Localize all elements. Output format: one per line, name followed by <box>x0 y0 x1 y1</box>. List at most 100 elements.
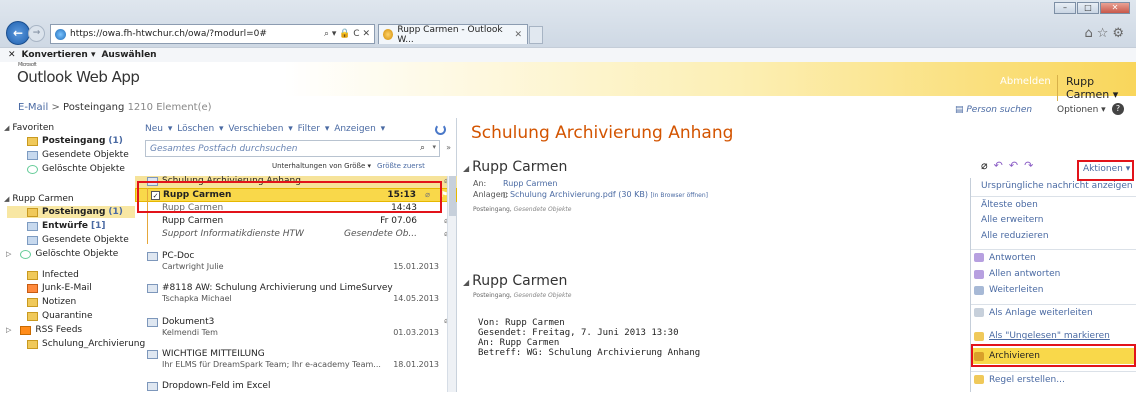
list-toolbar[interactable]: Neu ▾ Löschen ▾ Verschieben ▾ Filter ▾ A… <box>145 124 385 134</box>
list-item[interactable]: WICHTIGE MITTEILUNG Ihr ELMS für DreamSp… <box>135 348 457 374</box>
trash-icon <box>27 164 38 174</box>
attachment-link[interactable]: Schulung Archivierung.pdf (30 KB) <box>510 190 648 199</box>
breadcrumb-current: Posteingang <box>63 102 125 113</box>
folder-icon <box>27 339 38 349</box>
annotation-box <box>1077 160 1134 181</box>
folder-sidebar: ◢ Favoriten Posteingang (1) Gesendete Obje… <box>0 118 145 392</box>
conversation-title: Schulung Archivierung Anhang <box>471 123 734 143</box>
folder-icon <box>27 150 38 160</box>
sidebar-item-drafts[interactable]: Entwürfe [1] <box>27 220 106 232</box>
menu-item-forward-attachment[interactable]: Als Anlage weiterleiten <box>971 304 1136 320</box>
mail-icon <box>147 284 158 293</box>
breadcrumb-root[interactable]: E-Mail <box>18 102 48 113</box>
select-button[interactable]: Auswählen <box>101 50 156 60</box>
help-icon[interactable]: ? <box>1112 103 1124 115</box>
person-search-link[interactable]: ▤ Person suchen <box>955 105 1032 115</box>
favbar-close-icon[interactable]: ✕ <box>8 50 16 60</box>
rule-icon <box>974 375 984 384</box>
message-body: Von: Rupp Carmen Gesendet: Freitag, 7. J… <box>478 318 701 358</box>
address-controls[interactable]: ⌕ ▾ 🔒 C ✕ <box>324 29 374 39</box>
browser-tab[interactable]: Rupp Carmen - Outlook W... ✕ <box>378 24 528 45</box>
refresh-icon[interactable] <box>435 124 446 135</box>
sort-bar[interactable]: Unterhaltungen von Größe ▾ Größte zuerst <box>272 162 425 170</box>
favorites-header[interactable]: ◢ Favoriten <box>4 122 54 134</box>
options-menu[interactable]: Optionen ▾ <box>1057 105 1106 115</box>
sidebar-item-sent[interactable]: Gesendete Objekte <box>27 234 129 246</box>
annotation-box <box>971 344 1136 367</box>
list-scrollbar[interactable] <box>447 176 456 392</box>
forward-icon[interactable]: ↷ <box>1024 159 1039 172</box>
menu-item-create-rule[interactable]: Regel erstellen... <box>971 371 1136 387</box>
reply-all-icon[interactable]: ↶ <box>1009 159 1024 172</box>
sidebar-item-schulung[interactable]: Schulung_Archivierung <box>27 338 145 350</box>
expand-search-icon[interactable]: » <box>446 143 451 152</box>
menu-item-reply-all[interactable]: Allen antworten <box>971 266 1136 282</box>
sidebar-item-inbox[interactable]: Posteingang (1) <box>7 206 135 218</box>
menu-item-forward[interactable]: Weiterleiten <box>971 282 1136 298</box>
message-row[interactable]: Rupp Carmen Fr 07.06 ⌀ <box>135 215 457 228</box>
sidebar-item-infected[interactable]: Infected <box>27 269 79 281</box>
envelope-icon <box>974 331 984 341</box>
menu-item-expand-all[interactable]: Alle erweitern <box>971 212 1136 228</box>
tab-title: Rupp Carmen - Outlook W... <box>397 24 503 45</box>
to-link[interactable]: Rupp Carmen <box>503 179 557 188</box>
fav-sent[interactable]: Gesendete Objekte <box>27 149 129 161</box>
menu-item-oldest-first[interactable]: Älteste oben <box>971 196 1136 212</box>
folder-line: Posteingang, Gesendete Objekte <box>473 206 572 213</box>
sent-icon <box>27 235 38 245</box>
rss-icon <box>20 325 32 335</box>
sidebar-item-junk[interactable]: Junk-E-Mail <box>27 282 92 294</box>
nav-buttons: ← → <box>6 21 45 45</box>
new-tab-button[interactable] <box>529 26 543 44</box>
maximize-button[interactable]: □ <box>1077 2 1099 14</box>
menu-item-reply[interactable]: Antworten <box>971 249 1136 265</box>
search-dropdown-icon[interactable]: ▾ <box>432 143 436 151</box>
conversation-icon <box>147 382 158 391</box>
microsoft-label: Microsoft <box>18 62 37 68</box>
convert-button[interactable]: Konvertieren ▾ <box>22 50 96 60</box>
signout-link[interactable]: Abmelden <box>1000 76 1051 87</box>
conversation-icon <box>147 252 158 261</box>
ie-icon <box>55 28 66 40</box>
user-menu[interactable]: Rupp Carmen ▾ <box>1057 75 1136 101</box>
forward-button[interactable]: → <box>28 24 45 42</box>
annotation-box <box>137 181 442 213</box>
list-item[interactable]: Dokument3 Kelmendi Tem 01.03.2013 ⌀ <box>135 316 457 342</box>
reply-icon[interactable]: ↶ <box>994 159 1009 172</box>
open-in-browser-link[interactable]: [In Browser öffnen] <box>651 192 708 199</box>
forward-icon <box>974 285 984 295</box>
account-header[interactable]: ◢ Rupp Carmen <box>4 193 74 205</box>
fav-inbox[interactable]: Posteingang (1) <box>27 135 123 147</box>
scroll-thumb[interactable] <box>449 176 456 216</box>
search-input[interactable]: Gesamtes Postfach durchsuchen ⌕ ▾ » <box>145 140 451 157</box>
notes-icon <box>27 297 38 307</box>
message-sender[interactable]: ◢ Rupp Carmen <box>463 273 567 289</box>
list-item[interactable]: PC-Doc Cartwright Julie 15.01.2013 <box>135 250 457 276</box>
browser-tool-icons[interactable]: ⌂☆⚙ <box>1084 26 1128 41</box>
tab-favicon-icon <box>383 29 394 40</box>
reply-all-icon <box>974 269 984 279</box>
reply-actions: ⌀↶↶↷ <box>981 159 1039 172</box>
item-count: 1210 Element(e) <box>127 102 212 113</box>
back-button[interactable]: ← <box>6 21 30 45</box>
fav-deleted[interactable]: Gelöschte Objekte <box>27 163 125 175</box>
menu-item-collapse-all[interactable]: Alle reduzieren <box>971 228 1136 244</box>
minimize-button[interactable]: – <box>1054 2 1076 14</box>
list-item[interactable]: #8118 AW: Schulung Archivierung und Lime… <box>135 282 457 308</box>
menu-item-mark-unread[interactable]: Als "Ungelesen" markieren <box>971 328 1136 344</box>
folder-icon <box>27 270 38 280</box>
reply-icon <box>974 253 984 262</box>
attachment-line: Anlagen:▯ Schulung Archivierung.pdf (30 … <box>473 190 709 199</box>
pdf-icon: ▯ <box>503 190 510 199</box>
address-bar[interactable]: https://owa.fh-htwchur.ch/owa/?modurl=0#… <box>50 24 375 44</box>
sidebar-item-rss[interactable]: ▷ RSS Feeds <box>6 324 82 336</box>
mail-icon <box>147 318 158 327</box>
message-row[interactable]: Support Informatikdienste HTW Gesendete … <box>135 228 457 241</box>
search-icon[interactable]: ⌕ <box>420 143 425 153</box>
sidebar-item-quarantine[interactable]: Quarantine <box>27 310 93 322</box>
tab-close-icon[interactable]: ✕ <box>514 30 522 40</box>
message-sender[interactable]: ◢ Rupp Carmen <box>463 159 567 175</box>
sidebar-item-notes[interactable]: Notizen <box>27 296 76 308</box>
sidebar-item-deleted[interactable]: ▷ Gelöschte Objekte <box>6 248 118 260</box>
close-window-button[interactable]: ✕ <box>1100 2 1130 14</box>
